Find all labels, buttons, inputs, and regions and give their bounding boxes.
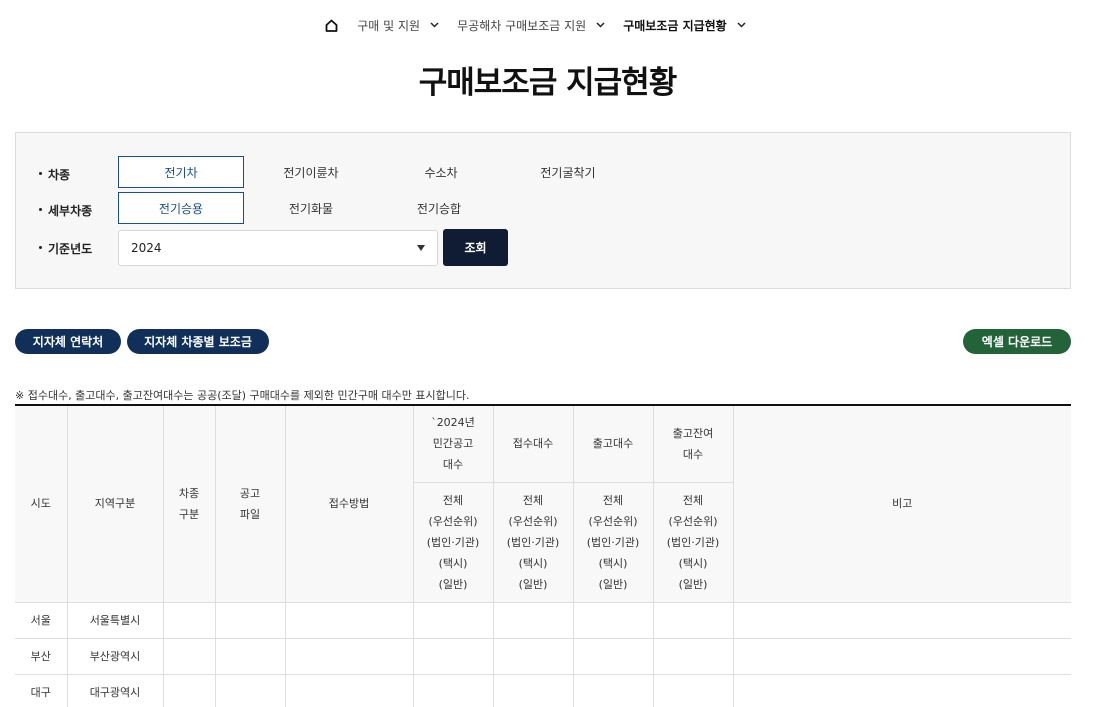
header-received: 접수대수 [492,404,574,483]
bullet-icon [39,208,42,211]
cell-empty [492,637,574,675]
home-icon[interactable] [323,17,339,33]
vehicle-type-option-ev[interactable]: 전기차 [118,156,244,188]
cell-empty [732,673,1071,707]
cell-region: 대구광역시 [66,673,164,707]
header-breakdown: 전체 (우선순위) (법인·기관) (택시) (일반) [652,481,733,603]
cell-empty [572,673,654,707]
cell-empty [652,637,734,675]
breadcrumb-item-subsidy[interactable]: 무공해차 구매보조금 지원 [457,17,605,34]
breadcrumb-item-status[interactable]: 구매보조금 지급현황 [623,17,746,34]
breadcrumb-item-label: 구매보조금 지급현황 [623,18,727,33]
vehicle-type-option-e-motorcycle[interactable]: 전기이륜차 [248,156,374,188]
cell-empty [214,637,286,675]
header-remaining: 출고잔여 대수 [652,404,734,483]
cell-empty [572,601,654,639]
cell-empty [732,637,1071,675]
header-delivered: 출고대수 [572,404,654,483]
chevron-down-icon[interactable] [430,22,439,28]
year-label: 기준년도 [39,240,92,257]
vehicle-type-label: 차종 [39,166,70,183]
table-row: 부산 부산광역시 [15,637,1071,675]
breadcrumb: 구매 및 지원 무공해차 구매보조금 지원 구매보조금 지급현황 [0,14,1095,36]
header-method: 접수방법 [284,404,414,603]
cell-empty [492,601,574,639]
cell-empty [652,601,734,639]
year-select-value: 2024 [131,241,162,255]
breadcrumb-item-label: 무공해차 구매보조금 지원 [457,18,587,33]
cell-empty [162,673,216,707]
cell-empty [652,673,734,707]
cell-empty [412,637,494,675]
caret-down-icon [417,245,425,251]
sub-type-option-passenger[interactable]: 전기승용 [118,192,244,224]
header-remarks: 비고 [732,404,1071,603]
header-breakdown: 전체 (우선순위) (법인·기관) (택시) (일반) [572,481,654,603]
sub-type-label: 세부차종 [39,202,92,219]
cell-sido: 대구 [15,673,68,707]
header-sido: 시도 [15,404,68,603]
cell-region: 서울특별시 [66,601,164,639]
cell-empty [214,601,286,639]
sub-type-option-cargo[interactable]: 전기화물 [248,192,374,224]
cell-empty [492,673,574,707]
cell-empty [732,601,1071,639]
table-row: 서울 서울특별시 [15,601,1071,639]
chevron-down-icon[interactable] [596,22,605,28]
cell-empty [214,673,286,707]
cell-empty [162,601,216,639]
search-button[interactable]: 조회 [443,229,508,266]
header-notice-file: 공고 파일 [214,404,286,603]
page-title: 구매보조금 지급현황 [418,65,677,101]
vehicle-type-option-hydrogen[interactable]: 수소차 [378,156,504,188]
excel-download-button[interactable]: 엑셀 다운로드 [963,329,1071,354]
year-select[interactable]: 2024 [118,230,438,266]
cell-empty [412,601,494,639]
breadcrumb-item-label: 구매 및 지원 [357,18,421,33]
cell-empty [412,673,494,707]
breadcrumb-item-purchase[interactable]: 구매 및 지원 [357,17,439,34]
bullet-icon [39,172,42,175]
notice-text: ※ 접수대수, 출고대수, 출고잔여대수는 공공(조달) 구매대수를 제외한 민… [15,389,470,402]
cell-empty [284,673,414,707]
vehicle-type-option-e-excavator[interactable]: 전기굴착기 [505,156,631,188]
filter-panel: 차종 전기차 전기이륜차 수소차 전기굴착기 세부차종 전기승용 전기화물 전기… [15,132,1071,289]
cell-sido: 부산 [15,637,68,675]
cell-empty [284,637,414,675]
cell-empty [284,601,414,639]
cell-sido: 서울 [15,601,68,639]
header-vehicle-type: 차종 구분 [162,404,216,603]
bullet-icon [39,246,42,249]
cell-region: 부산광역시 [66,637,164,675]
contacts-button[interactable]: 지자체 연락처 [15,329,121,354]
header-breakdown: 전체 (우선순위) (법인·기관) (택시) (일반) [492,481,574,603]
cell-empty [162,637,216,675]
header-announced: `2024년 민간공고 대수 [412,404,494,483]
sub-type-option-van[interactable]: 전기승합 [376,192,502,224]
chevron-down-icon[interactable] [737,22,746,28]
header-breakdown: 전체 (우선순위) (법인·기관) (택시) (일반) [413,481,494,603]
subsidy-status-table: 시도 지역구분 차종 구분 공고 파일 접수방법 `2024년 민간공고 대수 … [15,404,1071,707]
subsidy-by-model-button[interactable]: 지자체 차종별 보조금 [127,329,269,354]
cell-empty [572,637,654,675]
header-region: 지역구분 [66,404,164,603]
table-row: 대구 대구광역시 [15,673,1071,707]
